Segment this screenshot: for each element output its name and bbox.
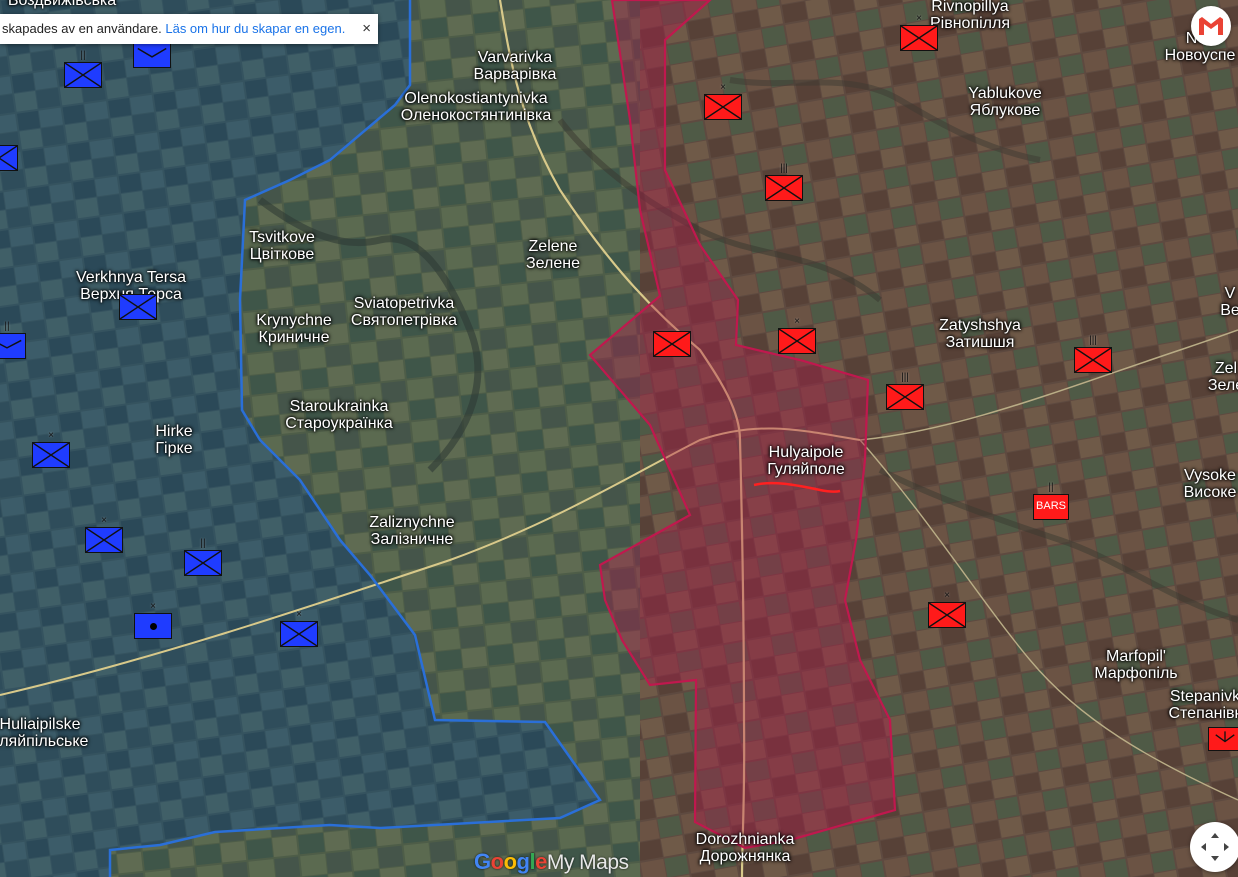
place-stepanivka: Stepanivk Степанівк <box>1168 688 1238 722</box>
place-hirke: Hirke Гірке <box>155 423 193 457</box>
ukrainian-unit-marker[interactable]: || <box>0 322 26 359</box>
russian-unit-marker[interactable]: × <box>778 317 816 354</box>
place-olenokostiantynivka: Olenokostiantynivka Оленокостянтинівка <box>400 90 552 124</box>
russian-unit-marker[interactable]: × <box>704 83 742 120</box>
place-krynychne: Krynychne Криничне <box>256 312 332 346</box>
gmail-icon[interactable] <box>1191 6 1231 46</box>
ukrainian-unit-marker[interactable]: || <box>184 539 222 576</box>
place-v-east: V Ве <box>1220 285 1238 319</box>
user-created-map-notice: skapades av en användare. Läs om hur du … <box>0 14 378 44</box>
unit-label: BARS <box>1036 500 1066 512</box>
place-marfopil: Marfopil' Марфопіль <box>1094 648 1178 682</box>
ukrainian-unit-marker[interactable] <box>0 145 18 171</box>
russian-unit-marker[interactable]: ||| <box>765 164 803 201</box>
expand-arrows-icon <box>1201 833 1229 861</box>
learn-create-map-link[interactable]: Läs om hur du skapar en egen. <box>165 21 345 36</box>
russian-unit-marker[interactable]: × <box>928 591 966 628</box>
russian-unit-marker[interactable] <box>1208 727 1238 751</box>
russian-unit-marker[interactable] <box>653 331 691 357</box>
ukrainian-unit-marker[interactable] <box>119 294 157 320</box>
russian-unit-marker-bars[interactable]: || BARS <box>1033 483 1069 520</box>
place-yablukove: Yablukove Яблукове <box>968 85 1042 119</box>
russian-unit-marker[interactable]: × <box>900 14 938 51</box>
russian-unit-marker[interactable]: ||| <box>1074 336 1112 373</box>
ukrainian-unit-marker[interactable]: × <box>134 602 172 639</box>
place-zelene-east: ZelЗеле <box>1207 360 1238 394</box>
place-huliaipilske: Huliaipilske уляйпільське <box>0 716 89 750</box>
notice-text: skapades av en användare. <box>2 21 162 36</box>
google-wordmark: Google <box>474 849 547 874</box>
ukrainian-unit-marker[interactable]: || <box>64 51 102 88</box>
place-zaliznychne: Zaliznychne Залізничне <box>369 514 455 548</box>
place-varvarivka: Varvarivka Варварівка <box>473 49 557 83</box>
place-hulyaipole: Hulyaipole Гуляйполе <box>767 444 845 478</box>
place-sviatopetrivka: Sviatopetrivka Святопетрівка <box>350 295 458 329</box>
ukrainian-unit-marker[interactable]: × <box>85 516 123 553</box>
russian-unit-marker[interactable]: ||| <box>886 373 924 410</box>
ukrainian-unit-marker[interactable]: × <box>280 610 318 647</box>
my-maps-wordmark: My Maps <box>546 851 629 874</box>
place-vozdvyzhivska: Воздвижівська <box>7 0 117 9</box>
place-zatyshshya: Zatyshshya Затишшя <box>939 317 1021 351</box>
google-my-maps-logo: GoogleMy Maps <box>474 849 629 877</box>
ukrainian-unit-marker[interactable]: × <box>32 431 70 468</box>
place-dorozhnianka: Dorozhnianka Дорожнянка <box>695 831 795 865</box>
place-zelene: Zelene Зелене <box>526 238 580 272</box>
place-tsvitkove: Tsvitkove Цвіткове <box>249 229 315 263</box>
fullscreen-button[interactable] <box>1190 822 1238 872</box>
close-icon[interactable]: × <box>362 14 371 44</box>
ukrainian-unit-marker[interactable] <box>133 42 171 68</box>
place-rivnopillya: Rivnopillya Рівнопілля <box>929 0 1011 32</box>
place-staroukrainka: Staroukrainka Староукраїнка <box>285 398 393 432</box>
place-vysokohirne: Vysoke Високе <box>1183 467 1237 501</box>
